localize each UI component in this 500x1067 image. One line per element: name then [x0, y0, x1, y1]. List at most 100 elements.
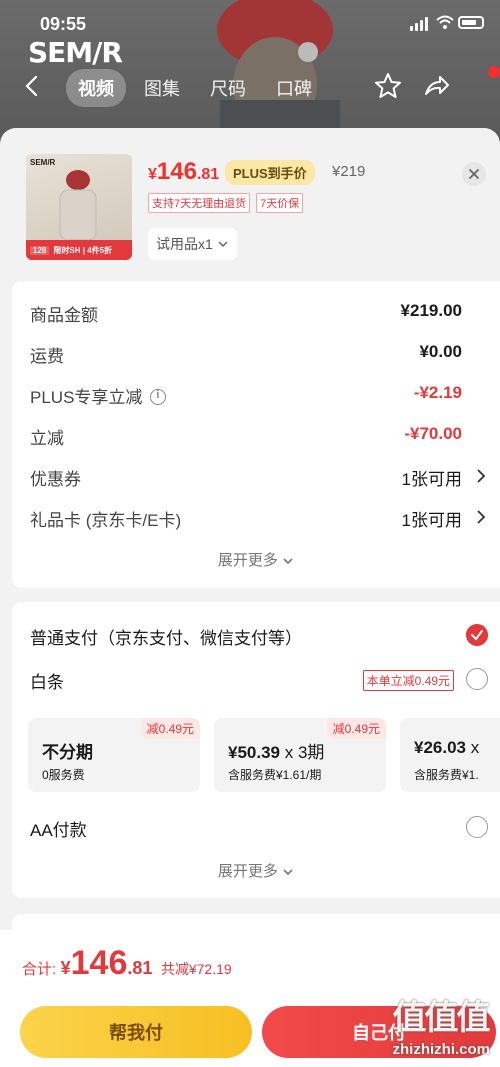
total-label: 合计: [22, 961, 57, 978]
brand-logo: SEM/R [28, 36, 123, 69]
radio-unchecked-icon[interactable] [466, 816, 488, 838]
watermark-url: zhizhizhi.com [392, 1041, 491, 1058]
baitiao-promo-tag: 本单立减0.49元 [362, 670, 454, 691]
status-bar: 09:55 [0, 0, 500, 40]
tab-size[interactable]: 尺码 [198, 69, 258, 107]
product-header: SEM/R 128 限时SH | 4件5折 ¥146.81 PLUS到手价 ¥2… [0, 128, 500, 280]
coupon-value: 1张可用 [401, 470, 462, 489]
product-thumbnail[interactable]: SEM/R 128 限时SH | 4件5折 [26, 154, 132, 260]
plan-periods: x [470, 738, 480, 757]
product-price: ¥146.81 [148, 158, 219, 186]
instant-discount-value: -¥70.00 [404, 424, 462, 443]
plan-main: 不分期 [42, 743, 93, 762]
checkout-sheet: SEM/R 128 限时SH | 4件5折 ¥146.81 PLUS到手价 ¥2… [0, 128, 500, 1067]
order-summary-card: 商品金额 ¥219.00 运费 ¥0.00 PLUS专享立减 -¥2.19 立减… [12, 281, 500, 588]
plan-amount: ¥50.39 [228, 743, 280, 762]
original-price: ¥219 [332, 163, 366, 180]
plus-discount-label: PLUS专享立减 [30, 388, 143, 407]
plan-no-installment[interactable]: 减0.49元 不分期 0服务费 [28, 718, 200, 792]
thumbnail-figure [59, 170, 97, 240]
plan-3-installments[interactable]: 减0.49元 ¥50.39 x 3期 含服务费¥1.61/期 [214, 718, 386, 792]
row-coupon[interactable]: 优惠券 1张可用 [30, 465, 500, 489]
help-me-pay-button[interactable]: 帮我付 [20, 1006, 252, 1058]
variant-selector[interactable]: 试用品x1 [148, 228, 237, 260]
plus-discount-value: -¥2.19 [413, 383, 462, 402]
variant-label: 试用品x1 [156, 236, 213, 252]
plan-fee: 含服务费¥1. [414, 768, 479, 782]
thumbnail-banner: 128 限时SH | 4件5折 [26, 240, 132, 260]
thumbnail-brand: SEM/R [30, 158, 56, 167]
total-decimal: .81 [127, 958, 153, 978]
payment-option-baitiao[interactable]: 白条 本单立减0.49元 [30, 668, 500, 693]
close-icon[interactable] [462, 162, 486, 186]
notification-dot [488, 66, 500, 78]
total-saved: 共减¥72.19 [160, 961, 232, 977]
total-amount: 合计: ¥146.81 共减¥72.19 [22, 944, 232, 983]
plan-discount: 减0.49元 [140, 718, 200, 739]
checked-icon[interactable] [466, 624, 488, 646]
chevron-down-icon [218, 241, 228, 248]
share-icon[interactable] [424, 74, 450, 98]
expand-more-payment[interactable]: 展开更多 [12, 860, 500, 881]
row-shipping: 运费 ¥0.00 [30, 342, 500, 366]
expand-more-summary[interactable]: 展开更多 [12, 549, 500, 570]
info-icon[interactable] [150, 389, 167, 405]
payment-option-normal[interactable]: 普通支付（京东支付、微信支付等） [30, 624, 500, 649]
expand-more-label: 展开更多 [217, 552, 278, 569]
row-gift-card[interactable]: 礼品卡 (京东卡/E卡) 1张可用 [30, 506, 500, 530]
total-integer: 146 [70, 944, 128, 982]
battery-icon [458, 16, 484, 29]
tab-video[interactable]: 视频 [66, 69, 126, 107]
payment-card: 普通支付（京东支付、微信支付等） 白条 本单立减0.49元 减0.49元 不分期… [12, 602, 500, 898]
shipping-value: ¥0.00 [419, 342, 462, 361]
instant-discount-label: 立减 [30, 429, 64, 448]
price-currency: ¥ [148, 166, 157, 183]
plan-fee: 含服务费¥1.61/期 [228, 768, 322, 782]
favorite-star-icon[interactable] [374, 72, 402, 100]
chevron-right-icon [477, 469, 486, 483]
tab-reviews[interactable]: 口碑 [264, 69, 324, 107]
tag-price-protect: 7天价保 [256, 193, 304, 213]
total-currency: ¥ [60, 958, 71, 978]
normal-pay-label: 普通支付（京东支付、微信支付等） [30, 629, 302, 648]
plan-periods: x 3期 [284, 743, 325, 762]
wifi-icon [436, 15, 454, 29]
chevron-down-icon [283, 558, 293, 565]
goods-amount-value: ¥219.00 [400, 301, 462, 320]
chevron-right-icon [477, 510, 486, 524]
tab-gallery[interactable]: 图集 [132, 69, 192, 107]
row-instant-discount: 立减 -¥70.00 [30, 424, 500, 448]
coupon-label: 优惠券 [30, 470, 81, 489]
status-time: 09:55 [40, 14, 87, 34]
row-plus-discount: PLUS专享立减 -¥2.19 [30, 383, 500, 407]
tag-return: 支持7天无理由退货 [148, 193, 251, 213]
price-integer: 146 [156, 158, 197, 185]
thumbnail-banner-text: 限时SH | 4件5折 [53, 245, 113, 255]
payment-option-aa[interactable]: AA付款 [30, 816, 500, 841]
watermark-logo: 值值值 [392, 998, 491, 1038]
product-nav: 视频 图集 尺码 口碑 [0, 66, 500, 107]
row-goods-amount: 商品金额 ¥219.00 [30, 301, 500, 325]
radio-unchecked-icon[interactable] [466, 668, 488, 690]
plus-price-badge: PLUS到手价 [225, 160, 315, 185]
plan-discount: 减0.49元 [326, 718, 386, 739]
thumbnail-banner-price: 128 [30, 245, 50, 255]
aa-pay-label: AA付款 [30, 821, 87, 840]
gift-card-label: 礼品卡 (京东卡/E卡) [30, 511, 182, 530]
signal-icon [410, 17, 428, 31]
back-arrow-icon[interactable] [22, 74, 42, 98]
plan-amount: ¥26.03 [414, 738, 466, 757]
gift-card-value: 1张可用 [401, 511, 462, 530]
price-decimal: .81 [196, 166, 220, 183]
expand-more-label: 展开更多 [217, 863, 278, 880]
goods-amount-label: 商品金额 [30, 306, 98, 325]
chevron-down-icon [283, 869, 293, 876]
product-tabs: 视频 图集 尺码 口碑 [66, 69, 324, 107]
plan-fee: 0服务费 [42, 768, 85, 782]
service-tags: 支持7天无理由退货 7天价保 [148, 193, 304, 213]
installment-plans: 减0.49元 不分期 0服务费 减0.49元 ¥50.39 x 3期 含服务费¥… [28, 718, 500, 792]
site-watermark: 值值值 zhizhizhi.com [393, 990, 491, 1058]
shipping-label: 运费 [30, 347, 64, 366]
baitiao-label: 白条 [30, 673, 64, 692]
plan-more-installments[interactable]: ¥26.03 x 含服务费¥1. [400, 718, 500, 792]
